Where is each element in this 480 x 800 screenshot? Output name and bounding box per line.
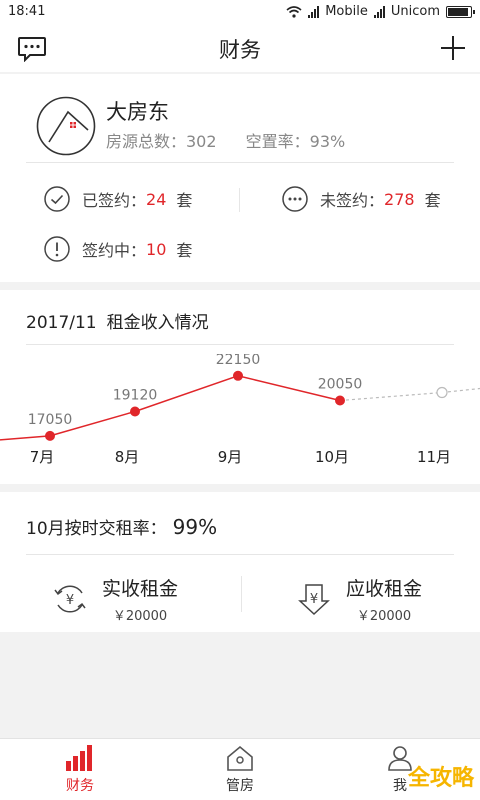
signing-count: 10 xyxy=(146,239,167,259)
add-icon[interactable] xyxy=(440,35,466,61)
status-bar: 18:41 Mobile Unicom xyxy=(0,0,480,24)
chart-point-1[interactable] xyxy=(130,406,140,417)
tab-houses-label: 管房 xyxy=(226,778,254,794)
chart-data-label-1: 19120 xyxy=(113,387,158,403)
series-lead-in xyxy=(0,435,51,441)
signed-label: 已签约： xyxy=(82,191,147,210)
chart-point-2[interactable] xyxy=(233,370,243,381)
carrier-unicom: Unicom xyxy=(390,4,440,19)
battery-icon xyxy=(446,5,475,18)
yuan-download-icon: ¥ xyxy=(298,584,330,616)
chart-tick-label-0: 7月 xyxy=(30,448,55,466)
carrier-mobile: Mobile xyxy=(325,4,368,19)
owner-name: 大房东 xyxy=(106,100,169,124)
ontime-rate: 99% xyxy=(172,515,218,539)
owner-card: 大房东 房源总数：302 空置率：93% 已签约： 24 套 未签约： 278 … xyxy=(0,74,480,282)
due-amount: ￥20000 xyxy=(356,609,412,624)
due-label: 应收租金 xyxy=(346,578,423,600)
signing-label: 签约中： xyxy=(82,241,147,260)
status-time: 18:41 xyxy=(8,4,46,19)
bar-chart-icon xyxy=(66,745,92,771)
income-title: 租金收入情况 xyxy=(106,313,209,333)
chart-tick-label-4: 11月 xyxy=(417,448,451,466)
received-rent-text: 实收租金 ￥20000 xyxy=(102,574,178,624)
vacancy-rate: 空置率：93% xyxy=(245,132,346,151)
signal-icon-2 xyxy=(373,5,385,18)
tab-finance[interactable]: 财务 xyxy=(40,745,120,795)
due-rent-text: 应收租金 ￥20000 xyxy=(346,574,422,624)
tab-bar: 财务 管房 我 全攻略 xyxy=(0,738,480,800)
rent-divider xyxy=(241,576,242,612)
income-divider xyxy=(26,344,454,345)
unsigned-count: 278 xyxy=(384,189,415,209)
ontime-header: 10月按时交租率： 99% xyxy=(26,514,217,539)
signing-stat[interactable]: 签约中： 10 套 xyxy=(44,236,192,262)
check-circle-icon xyxy=(44,186,70,212)
ontime-divider xyxy=(26,554,454,555)
unsigned-label: 未签约： xyxy=(320,191,385,210)
income-line-chart[interactable]: 17050 19120 22150 20050 7月 8月 9月 10月 11月 xyxy=(0,354,480,478)
more-circle-icon xyxy=(282,186,308,212)
house-count: 房源总数：302 xyxy=(106,132,217,151)
ontime-card: 10月按时交租率： 99% ¥ 实收租金 ￥20000 ¥ 应收租金 ￥20000 xyxy=(0,492,480,632)
future-series-tail xyxy=(441,387,480,394)
signed-count: 24 xyxy=(146,189,167,209)
page-title: 财务 xyxy=(219,38,261,62)
chart-data-label-0: 17050 xyxy=(28,412,73,428)
income-card: 2017/11 租金收入情况 17050 19120 22150 20050 7月 8月 9月… xyxy=(0,290,480,484)
nav-bar: 财务 xyxy=(0,24,480,72)
tab-houses[interactable]: 管房 xyxy=(200,745,280,795)
unsigned-stat[interactable]: 未签约： 278 套 xyxy=(282,186,441,212)
svg-text:¥: ¥ xyxy=(310,592,318,607)
due-rent[interactable]: ¥ 应收租金 ￥20000 xyxy=(296,574,422,624)
chart-data-label-3: 20050 xyxy=(318,377,363,393)
signing-unit: 套 xyxy=(176,241,193,260)
status-right: Mobile Unicom xyxy=(286,4,475,19)
received-amount: ￥20000 xyxy=(112,609,168,624)
chart-data-label-2: 22150 xyxy=(216,354,261,368)
svg-text:¥: ¥ xyxy=(66,593,74,608)
signed-unit: 套 xyxy=(176,191,193,210)
income-period: 2017/11 xyxy=(26,313,97,333)
unsigned-unit: 套 xyxy=(424,191,441,210)
received-rent[interactable]: ¥ 实收租金 ￥20000 xyxy=(52,574,178,624)
owner-stats: 房源总数：302 空置率：93% xyxy=(106,128,369,152)
stat-divider xyxy=(239,188,240,212)
future-series-line xyxy=(339,391,443,402)
landlord-avatar-icon xyxy=(36,96,96,156)
signal-icon xyxy=(308,5,320,18)
chart-tick-label-2: 9月 xyxy=(218,448,243,466)
yuan-cycle-icon: ¥ xyxy=(54,585,86,613)
tab-finance-label: 财务 xyxy=(66,778,94,794)
income-series-line xyxy=(49,375,341,437)
exclamation-circle-icon xyxy=(44,236,70,262)
signed-stat[interactable]: 已签约： 24 套 xyxy=(44,186,192,212)
chart-tick-label-3: 10月 xyxy=(315,448,349,466)
chart-point-4[interactable] xyxy=(436,386,448,399)
watermark-logo: 全攻略 xyxy=(407,766,474,791)
ontime-title: 10月按时交租率： xyxy=(26,519,167,539)
chart-point-0[interactable] xyxy=(45,430,55,441)
owner-divider xyxy=(26,162,454,163)
wifi-icon xyxy=(286,5,302,18)
chart-point-3[interactable] xyxy=(335,395,345,406)
received-label: 实收租金 xyxy=(102,578,179,600)
tab-me-label: 我 xyxy=(393,778,407,794)
house-icon xyxy=(227,745,253,771)
chart-tick-label-1: 8月 xyxy=(115,448,140,466)
income-header: 2017/11 租金收入情况 xyxy=(26,308,209,333)
